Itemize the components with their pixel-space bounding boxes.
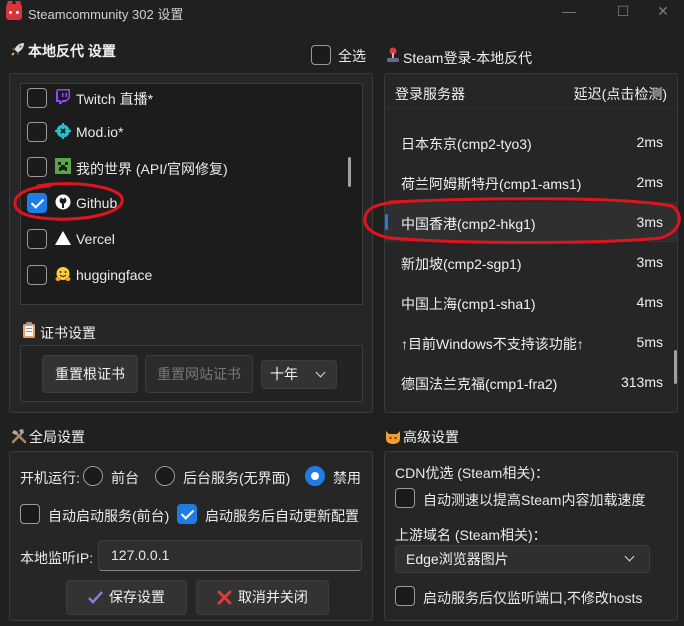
- server-row[interactable]: 中国上海(cmp1-sha1) 4ms: [385, 282, 677, 322]
- chevron-down-icon: [315, 367, 326, 378]
- minimize-button[interactable]: —: [546, 0, 592, 24]
- select-all-label: 全选: [338, 48, 366, 64]
- server-latency: 3ms: [636, 254, 663, 270]
- twitch-icon: [56, 89, 70, 104]
- reset-site-cert-button[interactable]: 重置网站证书: [145, 355, 253, 393]
- upstream-select[interactable]: Edge浏览器图片: [395, 545, 650, 573]
- local-proxy-title: 本地反代 设置: [28, 43, 116, 59]
- server-name: 新加坡(cmp2-sgp1): [401, 256, 522, 272]
- site-checkbox-minecraft[interactable]: [27, 157, 47, 177]
- partial-row: [401, 100, 561, 110]
- close-button[interactable]: ✕: [640, 0, 684, 24]
- listen-ip-label: 本地监听IP:: [20, 550, 94, 566]
- checkmark-icon: [88, 591, 103, 604]
- minecraft-icon: [55, 158, 71, 174]
- server-latency: 2ms: [636, 134, 663, 150]
- startup-radio-disabled[interactable]: [305, 466, 325, 486]
- startup-option-disabled: 禁用: [333, 470, 361, 486]
- server-name: 德国法兰克福(cmp1-fra2): [401, 376, 558, 392]
- vercel-icon: [55, 231, 71, 245]
- server-latency: 313ms: [620, 374, 663, 390]
- cross-icon: [217, 590, 232, 605]
- rocket-icon: [11, 43, 24, 56]
- startup-radio-foreground[interactable]: [83, 466, 103, 486]
- col-header-latency[interactable]: 延迟(点击检测): [574, 84, 667, 104]
- cert-period-select[interactable]: 十年: [261, 360, 337, 389]
- site-list-scrollbar[interactable]: [348, 157, 351, 187]
- server-latency: 2ms: [636, 174, 663, 190]
- global-settings-title: 全局设置: [29, 429, 85, 445]
- chevron-down-icon: [624, 551, 635, 562]
- modio-icon: [55, 123, 71, 139]
- startup-option-background: 后台服务(无界面): [183, 470, 291, 486]
- cancel-close-button[interactable]: 取消并关闭: [196, 580, 329, 615]
- select-all-checkbox[interactable]: [311, 45, 331, 65]
- listen-ip-input[interactable]: 127.0.0.1: [98, 540, 362, 571]
- server-row[interactable]: 德国法兰克福(cmp1-fra2) 313ms: [385, 362, 677, 402]
- site-checkbox-huggingface[interactable]: [27, 265, 47, 285]
- cat-icon: [386, 431, 400, 444]
- reset-root-cert-button[interactable]: 重置根证书: [42, 355, 138, 393]
- startup-option-foreground: 前台: [111, 470, 139, 486]
- server-row[interactable]: 新加坡(cmp2-sgp1) 3ms: [385, 242, 677, 282]
- annotation-circle-github: [13, 182, 124, 221]
- cert-title: 证书设置: [40, 325, 96, 341]
- server-row[interactable]: ↑目前Windows不支持该功能↑ 5ms: [385, 322, 677, 362]
- server-name: 日本东京(cmp2-tyo3): [401, 136, 532, 152]
- cancel-close-label: 取消并关闭: [237, 589, 308, 605]
- site-label-huggingface: huggingface: [76, 267, 153, 283]
- joystick-icon: [387, 47, 399, 62]
- startup-label: 开机运行:: [20, 470, 80, 486]
- server-name: ↑目前Windows不支持该功能↑: [401, 336, 584, 352]
- auto-start-label: 自动启动服务(前台): [48, 508, 170, 524]
- tools-icon: [11, 429, 27, 444]
- site-checkbox-twitch[interactable]: [27, 88, 47, 108]
- server-name: 中国上海(cmp1-sha1): [401, 296, 536, 312]
- cdn-auto-checkbox[interactable]: [395, 488, 415, 508]
- listen-only-label: 启动服务后仅监听端口,不修改hosts: [423, 590, 643, 606]
- upstream-label: 上游域名 (Steam相关)：: [395, 527, 547, 543]
- huggingface-icon: [55, 267, 71, 281]
- cdn-label: CDN优选 (Steam相关)：: [395, 465, 550, 481]
- startup-radio-background[interactable]: [155, 466, 175, 486]
- listen-only-checkbox[interactable]: [395, 586, 415, 606]
- cert-period-value: 十年: [270, 366, 298, 382]
- server-latency: 4ms: [636, 294, 663, 310]
- advanced-settings-title: 高级设置: [403, 429, 459, 445]
- app-logo-icon: [6, 4, 22, 20]
- auto-update-label: 启动服务后自动更新配置: [205, 508, 359, 524]
- title-bar: Steamcommunity 302 设置 — ☐ ✕: [0, 0, 684, 24]
- server-row[interactable]: 日本东京(cmp2-tyo3) 2ms: [385, 122, 677, 162]
- upstream-value: Edge浏览器图片: [406, 551, 509, 567]
- server-latency: 5ms: [636, 334, 663, 350]
- auto-start-checkbox[interactable]: [20, 504, 40, 524]
- site-label-modio: Mod.io*: [76, 124, 124, 140]
- save-settings-label: 保存设置: [108, 589, 165, 605]
- server-name: 荷兰阿姆斯特丹(cmp1-ams1): [401, 176, 582, 192]
- server-list-scrollbar[interactable]: [674, 350, 677, 384]
- cdn-auto-label: 自动测速以提高Steam内容加载速度: [423, 492, 646, 508]
- auto-update-checkbox[interactable]: [177, 504, 197, 524]
- site-checkbox-modio[interactable]: [27, 122, 47, 142]
- annotation-circle-hkg: [363, 197, 681, 244]
- save-settings-button[interactable]: 保存设置: [66, 580, 187, 615]
- site-label-twitch: Twitch 直播*: [76, 91, 154, 107]
- steam-login-title: Steam登录-本地反代: [403, 50, 533, 66]
- window-title: Steamcommunity 302 设置: [28, 7, 184, 22]
- clipboard-icon: [23, 322, 35, 338]
- site-label-minecraft: 我的世界 (API/官网修复): [76, 161, 228, 177]
- site-label-vercel: Vercel: [76, 231, 115, 247]
- site-checkbox-vercel[interactable]: [27, 229, 47, 249]
